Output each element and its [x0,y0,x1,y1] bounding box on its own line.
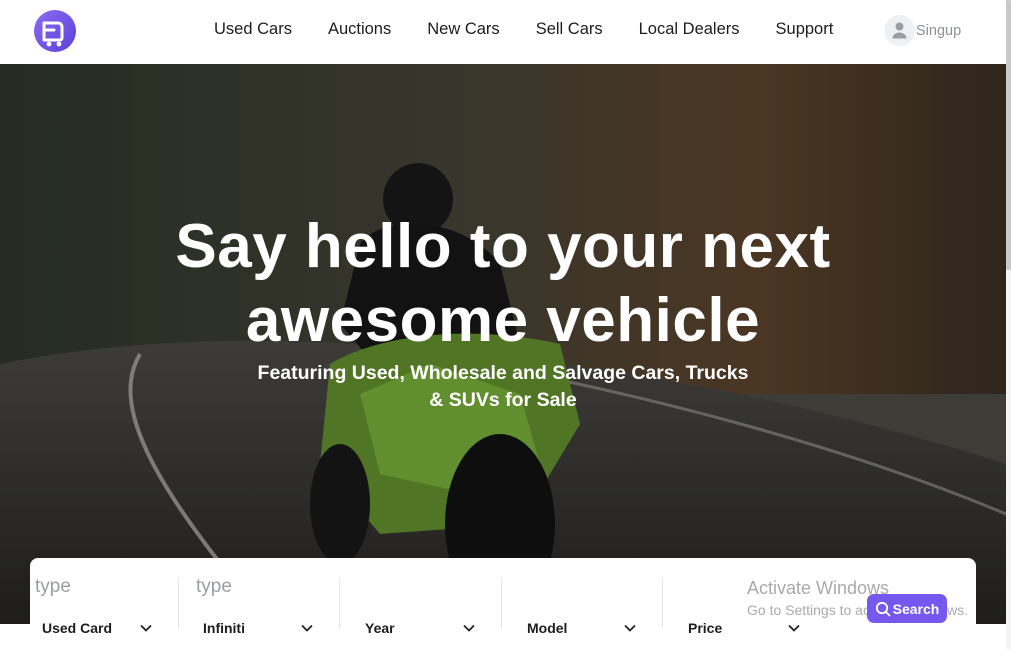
hero-title-line2: awesome vehicle [245,286,761,355]
chevron-down-icon[interactable] [788,624,800,632]
filter-model[interactable]: Model [519,558,664,649]
signup-label: Singup [916,22,962,39]
hero-banner: Say hello to your next awesome vehicle F… [0,64,1006,624]
brand-logo[interactable] [34,10,76,52]
nav-support[interactable]: Support [758,18,852,40]
car-front-icon [42,21,64,47]
page-scrollbar[interactable] [1006,0,1011,649]
hero-subtitle-line2: & SUVs for Sale [429,389,577,411]
nav-local-dealers[interactable]: Local Dealers [621,18,758,40]
main-nav: Used Cars Auctions New Cars Sell Cars Lo… [196,18,851,40]
chevron-down-icon[interactable] [140,624,152,632]
hero-subtitle-line1: Featuring Used, Wholesale and Salvage Ca… [257,362,749,384]
nav-used-cars[interactable]: Used Cars [196,18,310,40]
chevron-down-icon[interactable] [624,624,636,632]
nav-new-cars[interactable]: New Cars [409,18,517,40]
filter-divider [662,578,663,628]
chevron-down-icon[interactable] [301,624,313,632]
filter-select-year[interactable]: Year [365,620,395,636]
search-button[interactable]: Search [867,594,947,623]
chevron-down-icon[interactable] [463,624,475,632]
nav-auctions[interactable]: Auctions [310,18,409,40]
scrollbar-thumb[interactable] [1006,0,1011,270]
top-navbar: Used Cars Auctions New Cars Sell Cars Lo… [0,0,1006,64]
hero-title-line1: Say hello to your next [175,212,831,281]
filter-divider [339,578,340,628]
signup-button[interactable]: Singup [884,15,961,46]
filter-divider [501,578,502,628]
filter-placeholder: type [35,576,71,597]
filter-year[interactable]: Year [357,558,502,649]
filter-type-used[interactable]: type Used Card [35,558,180,649]
filter-divider [178,578,179,628]
filter-type-make[interactable]: type Infiniti [196,558,341,649]
filter-select-model[interactable]: Model [527,620,567,636]
nav-sell-cars[interactable]: Sell Cars [518,18,621,40]
hero-subtitle: Featuring Used, Wholesale and Salvage Ca… [233,360,773,414]
search-icon [875,601,891,616]
user-icon [884,15,915,46]
filter-select-price[interactable]: Price [688,620,722,636]
filter-select-make[interactable]: Infiniti [203,620,245,636]
search-button-label: Search [892,600,940,617]
hero-title: Say hello to your next awesome vehicle [0,210,1006,358]
filter-placeholder: type [196,576,232,597]
filter-select-condition[interactable]: Used Card [42,620,112,636]
